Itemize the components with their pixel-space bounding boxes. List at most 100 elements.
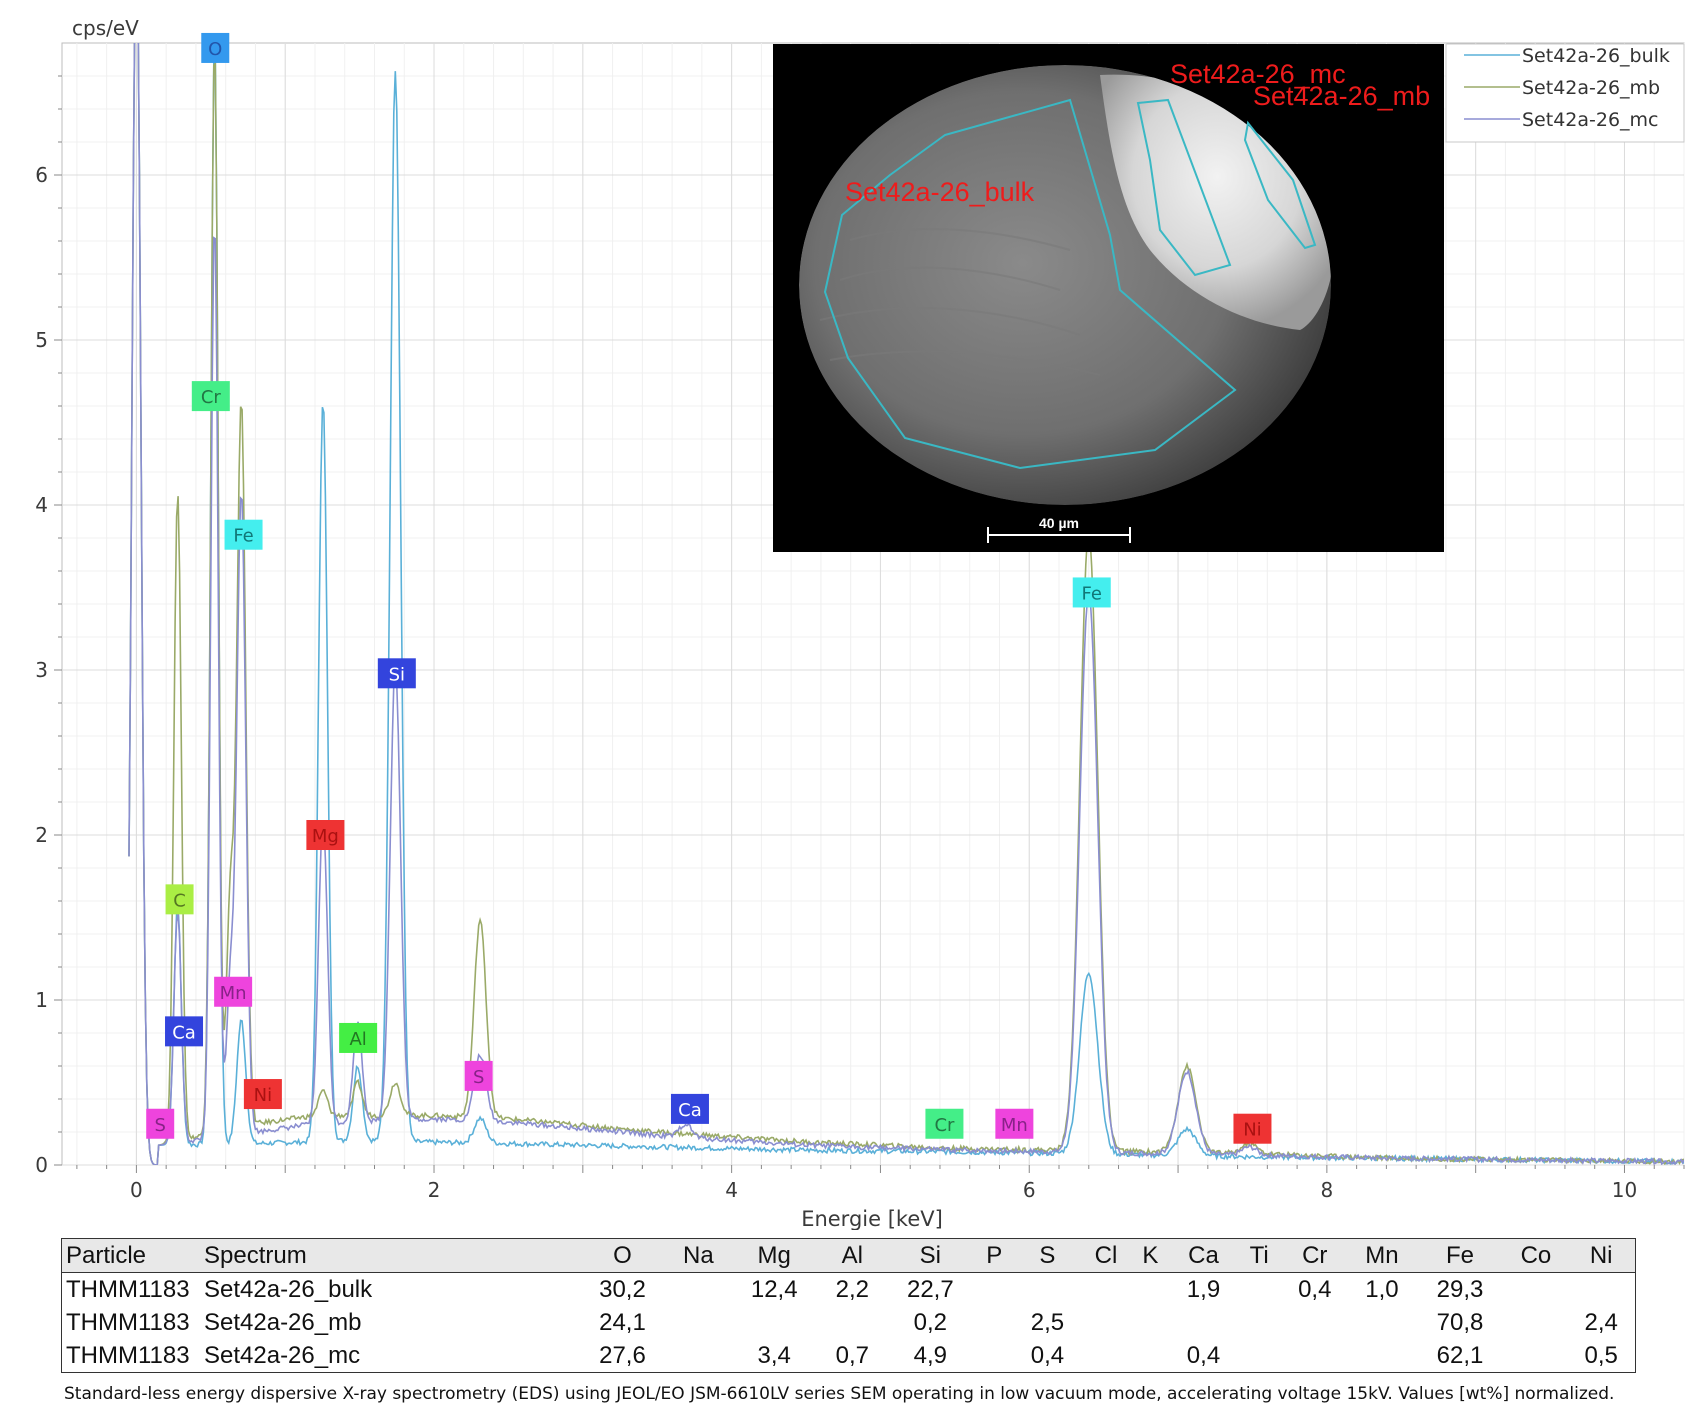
- column-header: Cr: [1302, 1241, 1328, 1269]
- table-cell-value: 24,1: [599, 1308, 646, 1336]
- peak-label-text: Fe: [233, 526, 253, 547]
- y-axis-label: cps/eV: [72, 16, 139, 40]
- table-cell-text: Set42a-26_mb: [204, 1308, 362, 1336]
- peak-label-si: Si: [377, 658, 416, 689]
- peak-label-text: Si: [389, 664, 405, 685]
- table-cell-value: [1170, 1306, 1237, 1339]
- y-tick-label: 1: [35, 988, 48, 1012]
- table-cell-value: 12,4: [750, 1275, 798, 1303]
- column-header: S: [1039, 1241, 1056, 1269]
- peak-label-text: O: [208, 39, 222, 60]
- peak-label-fe: Fe: [1072, 577, 1111, 608]
- peak-label-fe: Fe: [224, 519, 263, 550]
- table-cell-value: [1281, 1306, 1348, 1339]
- scale-bar-label: 40 µm: [1039, 515, 1079, 531]
- legend-label-mb: Set42a-26_mb: [1522, 77, 1660, 99]
- table-cell-value: 30,2: [599, 1275, 646, 1303]
- table-body: THMM1183 Set42a-26_bulk 30,2 12,4 2,2 22,7 1,9…: [62, 1273, 1636, 1373]
- table-header-row: Particle Spectrum O Na Mg Al Si P S Cl K…: [61, 1238, 1636, 1273]
- table-cell-value: 4,9: [913, 1341, 948, 1369]
- table-cell-value: [1504, 1306, 1567, 1339]
- y-tick-label: 2: [35, 823, 48, 847]
- peak-label-text: Al: [349, 1029, 366, 1050]
- eds-spectrum-chart: 0 1 2 3 4 5 6 0 2 4 6 8 10 cps/eV Energie [keV] O Cr F…: [35, 16, 1685, 1230]
- column-header: K: [1142, 1241, 1159, 1269]
- peak-label-text: Cr: [201, 387, 222, 408]
- peak-label-ca: Ca: [165, 1016, 204, 1047]
- column-header: O: [613, 1241, 632, 1269]
- table-cell-text: Set42a-26_mc: [204, 1341, 361, 1369]
- column-header: Si: [919, 1241, 942, 1269]
- table-cell-value: [1131, 1306, 1170, 1339]
- y-tick-label: 4: [35, 493, 48, 517]
- peak-label-text: Ca: [678, 1100, 702, 1121]
- column-header: Al: [841, 1241, 863, 1269]
- table-cell-value: [1131, 1273, 1170, 1307]
- sem-label-bulk: Set42a-26_bulk: [845, 177, 1035, 207]
- peak-label-ni: Ni: [1233, 1113, 1272, 1144]
- peak-label-cr: Cr: [925, 1108, 964, 1139]
- legend-label-mc: Set42a-26_mc: [1522, 109, 1659, 131]
- column-header: Mg: [757, 1241, 791, 1269]
- x-tick-label: 10: [1612, 1178, 1637, 1202]
- x-tick-label: 2: [428, 1178, 441, 1202]
- table-cell-value: [1348, 1339, 1415, 1373]
- peak-label-al: Al: [339, 1022, 378, 1053]
- peak-label-text: Fe: [1082, 583, 1102, 604]
- table-cell-value: [1014, 1273, 1081, 1307]
- table-cell-value: 70,8: [1436, 1308, 1484, 1336]
- table-cell-value: 2,2: [835, 1275, 869, 1303]
- legend-label-bulk: Set42a-26_bulk: [1522, 45, 1670, 67]
- peak-label-text: Ca: [172, 1022, 196, 1043]
- column-header: Spectrum: [204, 1241, 307, 1269]
- table-cell-value: 0,2: [913, 1308, 948, 1336]
- peak-label-text: Cr: [934, 1115, 955, 1136]
- x-tick-label: 0: [130, 1178, 143, 1202]
- peak-label-text: C: [173, 890, 186, 911]
- table-row: THMM1183 Set42a-26_mc 27,6 3,4 0,7 4,9 0,4 0,4 6…: [62, 1339, 1636, 1373]
- table-cell-value: [667, 1273, 730, 1307]
- table-cell-value: 1,9: [1186, 1275, 1221, 1303]
- peak-label-text: S: [154, 1115, 165, 1136]
- table-cell-value: 29,3: [1436, 1275, 1484, 1303]
- column-header: Co: [1520, 1241, 1552, 1269]
- x-tick-label: 4: [725, 1178, 738, 1202]
- column-header: Ti: [1249, 1241, 1269, 1269]
- column-header: Fe: [1446, 1241, 1475, 1269]
- table-cell-value: 0,4: [1030, 1341, 1065, 1369]
- table-cell-value: [975, 1339, 1014, 1373]
- table-cell-value: 2,5: [1030, 1308, 1065, 1336]
- y-tick-label: 6: [35, 163, 48, 187]
- table-cell-value: 0,5: [1584, 1341, 1618, 1369]
- table-cell-value: [667, 1339, 730, 1373]
- x-tick-label: 8: [1320, 1178, 1333, 1202]
- peak-label-ni: Ni: [243, 1079, 282, 1110]
- table-cell-value: [1081, 1273, 1131, 1307]
- table-cell-value: 0,4: [1298, 1275, 1332, 1303]
- table-cell-value: [1504, 1339, 1567, 1373]
- peak-label-mg: Mg: [306, 820, 345, 850]
- column-header: P: [986, 1241, 1003, 1269]
- legend: Set42a-26_bulk Set42a-26_mb Set42a-26_mc: [1445, 43, 1685, 143]
- column-header: Na: [682, 1241, 714, 1269]
- table-cell-text: THMM1183: [66, 1341, 190, 1369]
- figure-caption: Standard-less energy dispersive X-ray sp…: [64, 1384, 1615, 1404]
- table-cell-value: [1081, 1306, 1131, 1339]
- peak-label-text: Ni: [1243, 1120, 1261, 1141]
- column-header: Mn: [1365, 1241, 1399, 1269]
- table-cell-value: [1237, 1306, 1281, 1339]
- table-cell-value: [1237, 1339, 1281, 1373]
- column-header: Ni: [1589, 1241, 1613, 1269]
- table-cell-value: 3,4: [757, 1341, 791, 1369]
- table-cell-value: 62,1: [1436, 1341, 1484, 1369]
- table-cell-text: THMM1183: [66, 1275, 190, 1303]
- peak-label-s: S: [146, 1108, 175, 1139]
- table-cell-value: [1504, 1273, 1567, 1307]
- peak-label-mn: Mn: [214, 976, 253, 1007]
- table-cell-value: [1081, 1339, 1131, 1373]
- table-cell-value: [667, 1306, 730, 1339]
- table-cell-value: [1237, 1273, 1281, 1307]
- peak-label-text: Ni: [254, 1085, 272, 1106]
- table-cell-value: [975, 1273, 1014, 1307]
- peak-label-text: Mn: [220, 983, 247, 1004]
